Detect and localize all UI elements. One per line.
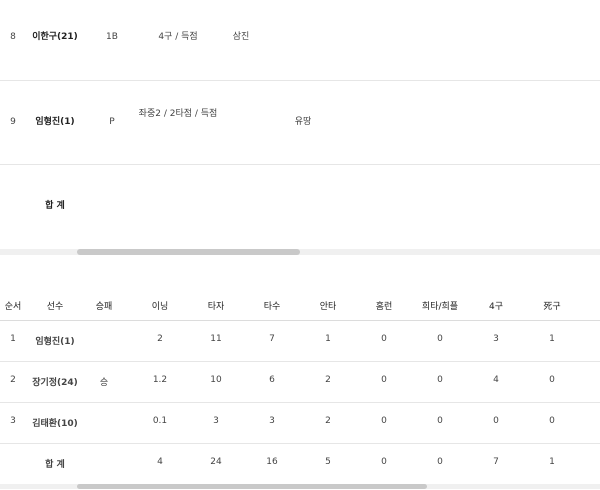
header-hbp: 死구 [543,302,561,312]
horizontal-scrollbar[interactable] [0,249,600,255]
hr-cell: 0 [381,375,387,385]
hits-cell: 1 [325,334,331,344]
total-row: 합 계 4 24 16 5 0 0 7 1 [0,444,600,484]
header-player: 선수 [46,302,64,312]
header-hits: 안타 [319,302,337,312]
scrollbar-thumb[interactable] [77,484,427,489]
batters-cell: 11 [210,334,222,344]
position-cell: P [109,117,115,127]
header-decision: 승패 [95,302,113,312]
pitching-table: 순서 선수 승패 이닝 타자 타수 안타 홈런 희타/희플 4구 死구 1 임형… [0,290,600,490]
sac-cell: 0 [437,375,443,385]
sac-cell: 0 [437,457,443,467]
result-cell: 4구 / 득점 [158,32,198,42]
header-order: 순서 [4,302,22,312]
at-bats-cell: 3 [269,416,275,426]
decision-cell: 승 [99,378,109,388]
table-row: 3 김태환(10) 0.1 3 3 2 0 0 0 0 [0,403,600,444]
table-row: 2 장기정(24) 승 1.2 10 6 2 0 0 4 0 [0,362,600,403]
player-name[interactable]: 이한구(21) [32,31,78,44]
innings-cell: 4 [157,457,163,467]
header-bb: 4구 [488,302,504,312]
sac-cell: 0 [437,416,443,426]
at-bats-cell: 7 [269,334,275,344]
header-batters: 타자 [207,302,225,312]
bb-cell: 7 [493,457,499,467]
result-cell: 좌중2 / 2타점 / 득점 [138,109,218,119]
batting-table: 8 이한구(21) 1B 4구 / 득점 삼진 9 임형진(1) P 좌중2 /… [0,0,600,260]
player-name[interactable]: 장기정(24) [32,375,78,388]
batters-cell: 10 [210,375,222,385]
result-cell: 삼진 [232,32,250,42]
hr-cell: 0 [381,334,387,344]
hits-cell: 2 [325,375,331,385]
result-cell: 유땅 [294,117,312,127]
table-row: 1 임형진(1) 2 11 7 1 0 0 3 1 [0,321,600,362]
innings-cell: 0.1 [152,416,168,426]
player-name[interactable]: 임형진(1) [35,116,74,129]
hits-cell: 2 [325,416,331,426]
player-name[interactable]: 김태환(10) [32,416,78,429]
hbp-cell: 1 [549,334,555,344]
scrollbar-thumb[interactable] [77,249,300,255]
batters-cell: 24 [210,457,222,467]
total-row: 합 계 [0,165,600,248]
hr-cell: 0 [381,416,387,426]
bb-cell: 3 [493,334,499,344]
table-header: 순서 선수 승패 이닝 타자 타수 안타 홈런 희타/희플 4구 死구 [0,290,600,321]
total-label: 합 계 [45,201,65,211]
hr-cell: 0 [381,457,387,467]
total-label: 합 계 [45,460,65,470]
horizontal-scrollbar[interactable] [0,484,600,489]
batters-cell: 3 [213,416,219,426]
sac-cell: 0 [437,334,443,344]
at-bats-cell: 6 [269,375,275,385]
bb-cell: 4 [493,375,499,385]
innings-cell: 2 [157,334,163,344]
hits-cell: 5 [325,457,331,467]
header-sac: 희타/희플 [421,302,459,312]
innings-cell: 1.2 [152,375,168,385]
order-cell: 9 [10,117,16,127]
hbp-cell: 0 [549,375,555,385]
position-cell: 1B [106,32,118,42]
hbp-cell: 0 [549,416,555,426]
bb-cell: 0 [493,416,499,426]
order-cell: 8 [10,32,16,42]
player-name[interactable]: 임형진(1) [35,334,74,347]
order-cell: 2 [10,375,16,385]
hbp-cell: 1 [549,457,555,467]
header-innings: 이닝 [151,302,169,312]
header-hr: 홈런 [375,302,393,312]
at-bats-cell: 16 [266,457,278,467]
table-row: 8 이한구(21) 1B 4구 / 득점 삼진 [0,0,600,81]
order-cell: 1 [10,334,16,344]
header-at-bats: 타수 [263,302,281,312]
table-row: 9 임형진(1) P 좌중2 / 2타점 / 득점 유땅 [0,81,600,165]
order-cell: 3 [10,416,16,426]
